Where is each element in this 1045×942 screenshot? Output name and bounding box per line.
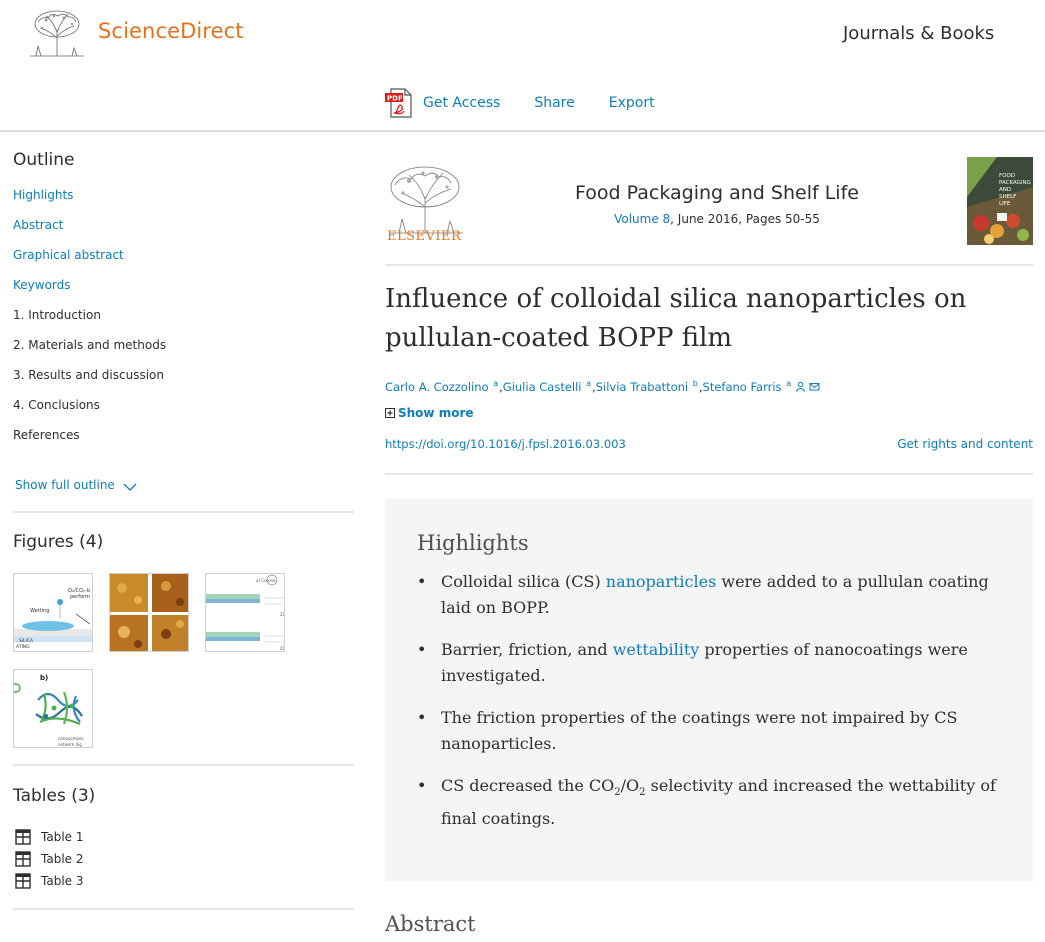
svg-text:b): b) xyxy=(40,674,48,682)
pdf-icon[interactable]: PDF xyxy=(384,87,416,119)
svg-text:20: 20 xyxy=(280,612,285,617)
journal-cover-text: FOOD PACKAGING AND SHELF LIFE xyxy=(999,173,1031,207)
site-header: ScienceDirect Journals & Books PDF Get A… xyxy=(0,0,1045,132)
highlights-section: Highlights Colloidal silica (CS) nanopar… xyxy=(385,499,1033,881)
svg-text:a) Corona: a) Corona xyxy=(256,578,276,583)
nanoparticles-link[interactable]: nanoparticles xyxy=(606,572,717,591)
person-icon[interactable] xyxy=(795,381,806,392)
table-link-1[interactable]: Table 1 xyxy=(13,826,83,848)
wettability-link[interactable]: wettability xyxy=(613,640,700,659)
show-more-button[interactable]: Show more xyxy=(385,406,474,420)
highlight-item: Colloidal silica (CS) nanoparticles were… xyxy=(417,569,997,621)
highlight-item: The friction properties of the coatings … xyxy=(417,705,997,757)
highlight-item: Barrier, friction, and wettability prope… xyxy=(417,637,997,689)
author-link[interactable]: Carlo A. Cozzolino a xyxy=(385,379,499,394)
get-rights-link[interactable]: Get rights and content xyxy=(897,437,1033,451)
svg-text:ATING: ATING xyxy=(16,644,30,650)
table-link-3[interactable]: Table 3 xyxy=(13,870,83,892)
header-divider xyxy=(385,473,1033,475)
outline-item-highlights[interactable]: Highlights xyxy=(13,188,354,218)
show-more-label: Show more xyxy=(398,406,474,420)
outline-item-graphical-abstract[interactable]: Graphical abstract xyxy=(13,248,354,278)
author-link[interactable]: Stefano Farris a xyxy=(703,379,793,394)
table-icon xyxy=(15,873,31,889)
svg-text:network (lig: network (lig xyxy=(58,742,82,747)
doi-link[interactable]: https://doi.org/10.1016/j.fpsl.2016.03.0… xyxy=(385,437,626,451)
outline-list: Highlights Abstract Graphical abstract K… xyxy=(13,188,354,458)
author-list: Carlo A. Cozzolino a, Giulia Castelli a,… xyxy=(385,379,820,394)
tables-heading: Tables (3) xyxy=(13,786,96,806)
chevron-down-icon xyxy=(123,483,137,491)
figures-heading: Figures (4) xyxy=(13,532,104,552)
outline-item-introduction[interactable]: 1. Introduction xyxy=(13,308,354,338)
svg-text:PDF: PDF xyxy=(387,95,403,103)
share-button[interactable]: Share xyxy=(534,95,574,111)
figure-4-image: b) nanocompos network (lig xyxy=(14,670,92,747)
plus-box-icon xyxy=(385,408,395,418)
svg-text:Wetting: Wetting xyxy=(30,608,49,614)
article-toolbar: PDF Get Access Share Export xyxy=(384,87,689,119)
journal-cover[interactable]: FOOD PACKAGING AND SHELF LIFE xyxy=(967,157,1033,245)
outline-item-conclusions[interactable]: 4. Conclusions xyxy=(13,398,354,428)
outline-item-abstract[interactable]: Abstract xyxy=(13,218,354,248)
outline-item-materials-methods[interactable]: 2. Materials and methods xyxy=(13,338,354,368)
sidebar-divider xyxy=(13,908,354,910)
email-icon[interactable] xyxy=(809,381,820,392)
sciencedirect-brand[interactable]: ScienceDirect xyxy=(98,19,244,43)
article-title: Influence of colloidal silica nanopartic… xyxy=(385,284,967,353)
svg-text:20: 20 xyxy=(280,646,285,651)
sidebar-divider xyxy=(13,764,354,766)
table-icon xyxy=(15,829,31,845)
table-link-label: Table 2 xyxy=(41,852,84,866)
highlights-list: Colloidal silica (CS) nanoparticles were… xyxy=(417,569,997,848)
outline-item-results-discussion[interactable]: 3. Results and discussion xyxy=(13,368,354,398)
abstract-heading: Abstract xyxy=(385,912,476,936)
table-link-2[interactable]: Table 2 xyxy=(13,848,83,870)
figure-thumbnail-1[interactable]: O₂/CO₂-b perform Wetting . SILICA ATING xyxy=(13,573,93,652)
author-link[interactable]: Giulia Castelli a xyxy=(503,379,592,394)
volume-link[interactable]: Volume 8 xyxy=(614,212,670,226)
export-button[interactable]: Export xyxy=(609,95,655,111)
table-icon xyxy=(15,851,31,867)
figure-2-image xyxy=(110,574,188,651)
journal-title[interactable]: Food Packaging and Shelf Life xyxy=(569,182,865,204)
highlight-item: CS decreased the CO2/O2 selectivity and … xyxy=(417,773,997,832)
figure-thumbnail-3[interactable]: a) Corona 20 20 xyxy=(205,573,285,652)
outline-item-keywords[interactable]: Keywords xyxy=(13,278,354,308)
figure-1-image: O₂/CO₂-b perform Wetting . SILICA ATING xyxy=(14,574,92,651)
outline-heading: Outline xyxy=(13,150,75,170)
volume-details: , June 2016, Pages 50-55 xyxy=(670,212,820,226)
figure-thumbnail-4[interactable]: b) nanocompos network (lig xyxy=(13,669,93,748)
get-access-button[interactable]: Get Access xyxy=(423,95,500,111)
elsevier-wordmark: ELSEVIER xyxy=(387,229,462,244)
author-link[interactable]: Silvia Trabattoni b xyxy=(596,379,699,394)
figure-3-image: a) Corona 20 20 xyxy=(206,574,285,651)
svg-text:nanocompos: nanocompos xyxy=(58,736,84,741)
figure-thumbnail-2[interactable] xyxy=(109,573,189,652)
journals-books-link[interactable]: Journals & Books xyxy=(843,23,994,44)
elsevier-tree-logo-icon[interactable] xyxy=(28,8,86,58)
journal-banner: ELSEVIER Food Packaging and Shelf Life V… xyxy=(385,150,1033,266)
sidebar-divider xyxy=(13,511,354,513)
table-link-label: Table 3 xyxy=(41,874,84,888)
journal-volume-info: Volume 8, June 2016, Pages 50-55 xyxy=(569,212,865,226)
show-full-outline-label: Show full outline xyxy=(15,478,115,492)
svg-text:. SILICA: . SILICA xyxy=(16,638,34,644)
svg-text:perform: perform xyxy=(70,594,90,600)
outline-item-references[interactable]: References xyxy=(13,428,354,458)
highlights-heading: Highlights xyxy=(417,531,529,555)
show-full-outline-button[interactable]: Show full outline xyxy=(15,478,137,492)
sidebar: Outline Highlights Abstract Graphical ab… xyxy=(13,150,354,910)
table-link-label: Table 1 xyxy=(41,830,84,844)
